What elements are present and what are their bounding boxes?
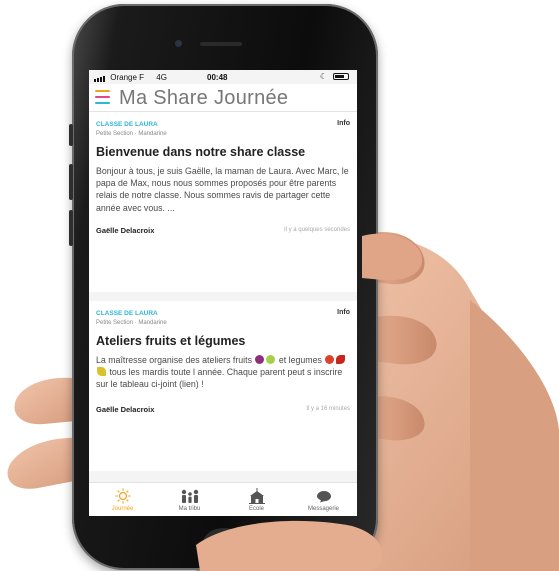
lime-icon [266, 355, 276, 364]
moon-icon: ☾ [319, 72, 327, 81]
speaker-grille [200, 42, 242, 46]
post-body: Bonjour à tous, je suis Gaëlle, la maman… [96, 166, 349, 213]
post-section: Petite Section · Mandarine [96, 320, 167, 326]
post-timestamp: Il y a quelques secondes [283, 226, 350, 233]
carrier-name: Orange F [110, 73, 145, 82]
signal-icon [94, 73, 106, 82]
tab-ecole[interactable]: Ecole [223, 483, 290, 516]
app-header: Ma Share Journée [89, 84, 357, 112]
volume-down-button [69, 210, 73, 246]
tab-label: Journée [111, 506, 134, 512]
family-icon [156, 487, 223, 505]
post-class-name: CLASSE DE LAURA [96, 310, 158, 317]
bottom-tab-bar: Journée Ma tribu Ecole Messagerie [89, 482, 357, 516]
carrier-info: Orange F 4G [94, 73, 167, 82]
school-icon [223, 487, 290, 505]
post-timestamp: Il y a 16 minutes [306, 405, 350, 412]
sun-icon [89, 487, 156, 505]
news-feed: CLASSE DE LAURA Petite Section · Mandari… [89, 112, 357, 480]
tab-label: Ma tribu [178, 506, 201, 512]
tab-ma-tribu[interactable]: Ma tribu [156, 483, 223, 516]
post-section: Petite Section · Mandarine [96, 131, 167, 137]
network-type: 4G [156, 73, 167, 82]
post-card[interactable]: CLASSE DE LAURA Petite Section · Mandari… [89, 112, 357, 292]
post-body-text: tous les mardis toute l année. Chaque pa… [96, 367, 343, 390]
corn-icon [97, 367, 106, 377]
tab-label: Messagerie [307, 506, 339, 512]
post-title: Bienvenue dans notre share classe [96, 145, 306, 159]
phone-screen: Orange F 4G 00:48 ☾ Ma Share Journée CLA… [89, 70, 357, 516]
grapes-icon [255, 355, 265, 364]
post-footer: Gaëlle Delacroix Il y a quelques seconde… [96, 220, 350, 242]
tab-journee[interactable]: Journée [89, 483, 156, 516]
post-card[interactable]: CLASSE DE LAURA Petite Section · Mandari… [89, 301, 357, 471]
post-body: La maîtresse organise des ateliers fruit… [96, 354, 350, 391]
mute-switch [69, 124, 73, 146]
hamburger-icon[interactable] [95, 90, 110, 104]
tab-label: Ecole [248, 506, 264, 512]
volume-up-button [69, 164, 73, 200]
battery-icon [333, 73, 349, 80]
app-title: Ma Share Journée [119, 87, 289, 109]
home-button[interactable] [203, 528, 245, 558]
post-tag: Info [337, 309, 350, 316]
post-author[interactable]: Gaëlle Delacroix [96, 226, 154, 235]
tomato-icon [325, 355, 335, 364]
post-body-text: et legumes [278, 355, 322, 365]
chat-bubble-icon [290, 487, 357, 505]
post-footer: Gaëlle Delacroix Il y a 16 minutes [96, 399, 350, 421]
status-bar: Orange F 4G 00:48 ☾ [89, 70, 357, 84]
post-body-text: La maîtresse organise des ateliers fruit… [96, 355, 252, 365]
post-tag: Info [337, 120, 350, 127]
tab-messagerie[interactable]: Messagerie [290, 483, 357, 516]
post-title: Ateliers fruits et légumes [96, 334, 246, 348]
front-camera [175, 40, 182, 47]
pepper-icon [336, 355, 346, 364]
post-author[interactable]: Gaëlle Delacroix [96, 405, 154, 414]
post-class-name: CLASSE DE LAURA [96, 121, 158, 128]
status-time: 00:48 [207, 73, 228, 82]
